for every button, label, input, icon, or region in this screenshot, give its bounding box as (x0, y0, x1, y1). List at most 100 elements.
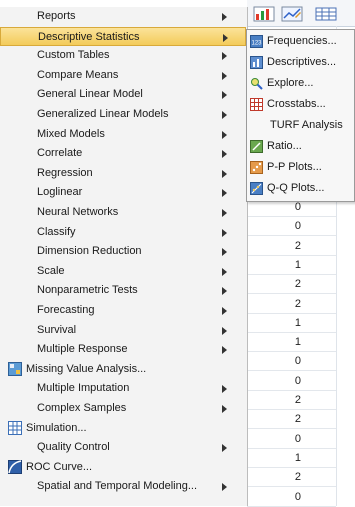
menu-item-general-linear-model[interactable]: General Linear Model (0, 85, 246, 104)
submenu-arrow-icon (222, 405, 227, 413)
menu-item-generalized-linear-models[interactable]: Generalized Linear Models (0, 105, 246, 124)
menu-item-label: Spatial and Temporal Modeling... (37, 480, 198, 493)
menu-item-label: Correlate (37, 147, 83, 160)
submenu-arrow-icon (222, 326, 227, 335)
menu-item-custom-tables[interactable]: Custom Tables (0, 46, 246, 65)
chart-builder-icon[interactable] (253, 5, 275, 22)
svg-text:123: 123 (251, 41, 262, 47)
grid-cell[interactable]: 1 (247, 449, 336, 468)
menu-item-forecasting[interactable]: Forecasting (0, 301, 246, 320)
menu-item-label: Quality Control (37, 441, 110, 454)
crosstabs-icon (250, 98, 263, 111)
menu-item-complex-samples[interactable]: Complex Samples (0, 399, 246, 418)
submenu-arrow-icon (222, 385, 227, 394)
submenu-item-p-p-plots[interactable]: P-P Plots... (247, 157, 354, 177)
menu-item-label: Descriptive Statistics (38, 30, 140, 43)
submenu-item-descriptives[interactable]: Descriptives... (247, 52, 354, 72)
submenu-arrow-icon (222, 150, 227, 159)
grid-cell[interactable]: 2 (247, 295, 336, 314)
submenu-arrow-icon (222, 13, 227, 21)
pp-plots-icon (250, 161, 263, 174)
menu-item-survival[interactable]: Survival (0, 321, 246, 340)
submenu-arrow-icon (222, 189, 227, 198)
submenu-arrow-icon (222, 483, 227, 492)
menu-item-multiple-response[interactable]: Multiple Response (0, 340, 246, 359)
table-icon[interactable] (315, 5, 337, 22)
submenu-item-label: Q-Q Plots... (267, 182, 325, 194)
descriptives-icon (250, 56, 263, 69)
descriptive-statistics-submenu: 123 Frequencies... Descriptives... Explore.… (246, 29, 355, 202)
menu-item-label: Scale (37, 264, 65, 277)
roc-curve-icon (8, 459, 22, 474)
missing-value-icon (8, 361, 22, 376)
edit-chart-icon[interactable] (281, 5, 303, 22)
menu-item-simulation[interactable]: Simulation... (0, 419, 246, 438)
grid-cell[interactable]: 0 (247, 430, 336, 449)
grid-cell[interactable]: 0 (247, 217, 336, 237)
grid-cell[interactable]: 2 (247, 410, 336, 430)
submenu-arrow-icon (222, 228, 227, 237)
menu-item-label: Complex Samples (37, 402, 127, 414)
menu-item-reports[interactable]: Reports (0, 7, 246, 26)
submenu-arrow-icon (223, 33, 228, 42)
submenu-arrow-icon (222, 444, 227, 453)
analyze-menu: Reports Descriptive Statistics Custom Tabl… (0, 7, 248, 506)
menu-item-multiple-imputation[interactable]: Multiple Imputation (0, 379, 246, 398)
grid-cell[interactable]: 0 (247, 352, 336, 372)
menu-item-descriptive-statistics[interactable]: Descriptive Statistics (0, 26, 246, 46)
submenu-item-crosstabs[interactable]: Crosstabs... (247, 94, 354, 114)
menu-item-label: General Linear Model (37, 88, 143, 101)
simulation-icon (8, 420, 22, 435)
submenu-item-turf-analysis[interactable]: TURF Analysis (247, 115, 354, 135)
grid-cell[interactable]: 0 (247, 372, 336, 391)
grid-cell[interactable]: 1 (247, 256, 336, 275)
menu-item-label: Dimension Reduction (37, 245, 142, 258)
menu-item-compare-means[interactable]: Compare Means (0, 66, 246, 85)
submenu-item-frequencies[interactable]: 123 Frequencies... (247, 31, 354, 51)
menu-item-scale[interactable]: Scale (0, 262, 246, 281)
grid-cell[interactable]: 1 (247, 314, 336, 333)
menu-item-nonparametric-tests[interactable]: Nonparametric Tests (0, 281, 246, 300)
menu-item-quality-control[interactable]: Quality Control (0, 438, 246, 457)
submenu-item-explore[interactable]: Explore... (247, 73, 354, 93)
menu-item-dimension-reduction[interactable]: Dimension Reduction (0, 242, 246, 261)
submenu-item-ratio[interactable]: Ratio... (247, 136, 354, 156)
menu-item-label: Generalized Linear Models (37, 108, 169, 120)
menu-item-label: Compare Means (37, 68, 119, 81)
submenu-item-label: TURF Analysis (270, 119, 343, 131)
grid-cell[interactable]: 2 (247, 237, 336, 256)
toolbar (247, 0, 355, 27)
grid-cell[interactable]: 2 (247, 468, 336, 488)
menu-item-mixed-models[interactable]: Mixed Models (0, 125, 246, 144)
submenu-arrow-icon (222, 209, 227, 217)
qq-plots-icon (250, 182, 263, 195)
menu-item-label: Nonparametric Tests (37, 284, 138, 297)
menu-item-spatial-and-temporal-modeling[interactable]: Spatial and Temporal Modeling... (0, 477, 246, 496)
menu-item-regression[interactable]: Regression (0, 164, 246, 183)
menu-item-correlate[interactable]: Correlate (0, 144, 246, 163)
submenu-item-label: Crosstabs... (267, 98, 326, 110)
submenu-arrow-icon (222, 248, 227, 257)
submenu-arrow-icon (222, 267, 227, 276)
grid-cell[interactable]: 1 (247, 333, 336, 353)
frequencies-icon: 123 (250, 35, 263, 48)
menu-item-missing-value-analysis[interactable]: Missing Value Analysis... (0, 360, 246, 379)
submenu-item-label: Ratio... (267, 140, 302, 152)
ratio-icon (250, 140, 263, 153)
menu-item-roc-curve[interactable]: ROC Curve... (0, 458, 246, 477)
submenu-arrow-icon (222, 287, 227, 296)
menu-item-label: Mixed Models (37, 127, 105, 140)
grid-cell[interactable]: 2 (247, 275, 336, 295)
menu-item-loglinear[interactable]: Loglinear (0, 183, 246, 202)
grid-cell[interactable]: 2 (247, 391, 336, 410)
explore-icon (250, 77, 263, 90)
menu-item-label: Forecasting (37, 304, 95, 316)
submenu-item-q-q-plots[interactable]: Q-Q Plots... (247, 178, 354, 198)
menu-item-neural-networks[interactable]: Neural Networks (0, 203, 246, 222)
menu-item-classify[interactable]: Classify (0, 223, 246, 242)
menu-item-label: Regression (37, 166, 93, 179)
menu-item-label: Classify (37, 225, 76, 238)
grid-cell[interactable]: 0 (247, 488, 336, 507)
menu-item-label: Multiple Imputation (37, 382, 130, 395)
submenu-arrow-icon (222, 346, 227, 355)
